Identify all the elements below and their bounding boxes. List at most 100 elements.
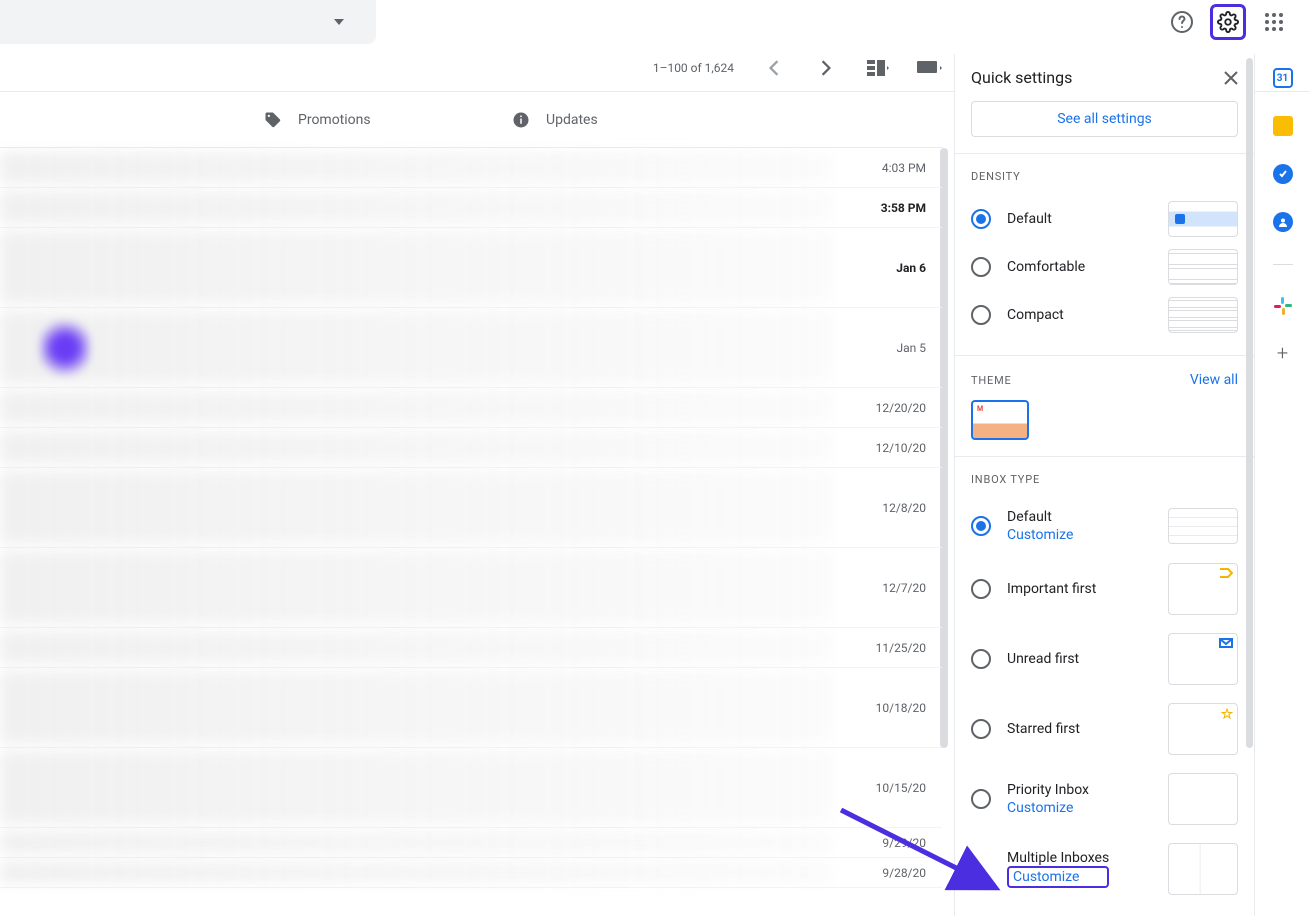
inbox-multiple-customize-text: Customize bbox=[1013, 869, 1079, 885]
message-row[interactable]: Jan 6 bbox=[0, 228, 942, 308]
message-time: 9/29/20 bbox=[882, 836, 926, 850]
message-row[interactable]: 3:58 PM bbox=[0, 188, 942, 228]
message-row[interactable]: 12/20/20 bbox=[0, 388, 942, 428]
help-icon[interactable] bbox=[1162, 2, 1202, 42]
message-row[interactable]: 12/7/20 bbox=[0, 548, 942, 628]
quick-settings-panel: Quick settings See all settings Density … bbox=[954, 54, 1254, 916]
caret-down-icon[interactable] bbox=[334, 19, 344, 25]
side-panel: 31 + bbox=[1254, 54, 1310, 916]
message-row[interactable]: 11/25/20 bbox=[0, 628, 942, 668]
calendar-icon[interactable]: 31 bbox=[1273, 68, 1293, 88]
message-time: 12/8/20 bbox=[882, 501, 926, 515]
older-button[interactable] bbox=[806, 48, 846, 88]
inbox-starred[interactable]: Starred first bbox=[971, 694, 1238, 764]
theme-title: Theme View all bbox=[971, 372, 1238, 388]
inbox-multiple-label: Multiple Inboxes bbox=[1007, 850, 1109, 866]
message-content-blurred bbox=[0, 672, 832, 743]
message-content-blurred bbox=[0, 862, 832, 883]
message-time: 3:58 PM bbox=[881, 201, 926, 215]
input-tools-icon[interactable] bbox=[910, 48, 950, 88]
density-comfortable-label: Comfortable bbox=[1007, 259, 1085, 275]
message-row[interactable]: 12/10/20 bbox=[0, 428, 942, 468]
inbox-type-section: Inbox type Default Customize Important f… bbox=[955, 456, 1254, 916]
radio-inbox-unread[interactable] bbox=[971, 649, 991, 669]
inbox-important-preview bbox=[1168, 563, 1238, 615]
inbox-priority[interactable]: Priority Inbox Customize bbox=[971, 764, 1238, 834]
tab-label: Promotions bbox=[298, 112, 371, 128]
newer-button[interactable] bbox=[754, 48, 794, 88]
pager-text: 1–100 of 1,624 bbox=[645, 61, 742, 75]
qs-scrollbar[interactable] bbox=[1246, 58, 1253, 748]
add-icon[interactable]: + bbox=[1273, 343, 1293, 363]
inbox-starred-label: Starred first bbox=[1007, 721, 1080, 737]
info-icon bbox=[512, 111, 530, 129]
qs-header: Quick settings bbox=[955, 54, 1254, 101]
message-content-blurred bbox=[0, 632, 832, 663]
inbox-important-label: Important first bbox=[1007, 581, 1096, 597]
radio-density-compact[interactable] bbox=[971, 305, 991, 325]
message-content-blurred bbox=[0, 472, 832, 543]
inbox-default-customize[interactable]: Customize bbox=[1007, 527, 1073, 543]
theme-title-text: Theme bbox=[971, 374, 1012, 387]
density-compact[interactable]: Compact bbox=[971, 291, 1238, 339]
inbox-important[interactable]: Important first bbox=[971, 554, 1238, 624]
inbox-default-preview bbox=[1168, 508, 1238, 544]
inbox-unread-preview bbox=[1168, 633, 1238, 685]
density-title: Density bbox=[971, 170, 1238, 183]
radio-inbox-important[interactable] bbox=[971, 579, 991, 599]
avatar-blurred bbox=[40, 318, 90, 378]
inbox-starred-preview bbox=[1168, 703, 1238, 755]
density-default[interactable]: Default bbox=[971, 195, 1238, 243]
radio-inbox-starred[interactable] bbox=[971, 719, 991, 739]
contacts-icon[interactable] bbox=[1273, 212, 1293, 232]
radio-density-default[interactable] bbox=[971, 209, 991, 229]
close-icon[interactable] bbox=[1224, 71, 1238, 85]
theme-section: Theme View all bbox=[955, 355, 1254, 456]
theme-view-all[interactable]: View all bbox=[1190, 372, 1238, 388]
message-content-blurred bbox=[0, 392, 832, 423]
radio-inbox-priority[interactable] bbox=[971, 789, 991, 809]
density-comfortable[interactable]: Comfortable bbox=[971, 243, 1238, 291]
message-row[interactable]: Jan 5 bbox=[0, 308, 942, 388]
message-content-blurred bbox=[0, 432, 832, 463]
settings-gear-icon[interactable] bbox=[1210, 4, 1246, 40]
qs-title: Quick settings bbox=[971, 68, 1072, 87]
message-time: 12/10/20 bbox=[876, 441, 926, 455]
message-row[interactable]: 9/28/20 bbox=[0, 858, 942, 888]
top-icons bbox=[1162, 2, 1294, 42]
slack-icon[interactable] bbox=[1274, 297, 1292, 315]
inbox-multiple-customize[interactable]: Customize bbox=[1007, 866, 1109, 888]
message-row[interactable]: 9/29/20 bbox=[0, 828, 942, 858]
message-content-blurred bbox=[0, 552, 832, 623]
message-time: 11/25/20 bbox=[876, 641, 926, 655]
message-time: 10/15/20 bbox=[876, 781, 926, 795]
tag-icon bbox=[264, 111, 282, 129]
inbox-default[interactable]: Default Customize bbox=[971, 498, 1238, 554]
keep-icon[interactable] bbox=[1273, 116, 1293, 136]
apps-grid-icon[interactable] bbox=[1254, 2, 1294, 42]
message-row[interactable]: 12/8/20 bbox=[0, 468, 942, 548]
see-all-label: See all settings bbox=[1057, 111, 1152, 127]
see-all-settings-button[interactable]: See all settings bbox=[971, 101, 1238, 137]
density-default-label: Default bbox=[1007, 211, 1052, 227]
message-content-blurred bbox=[0, 152, 832, 183]
radio-inbox-default[interactable] bbox=[971, 516, 991, 536]
inbox-priority-customize[interactable]: Customize bbox=[1007, 800, 1089, 816]
theme-thumbnail[interactable] bbox=[971, 400, 1029, 440]
message-content-blurred bbox=[0, 192, 832, 223]
split-pane-icon[interactable] bbox=[858, 48, 898, 88]
search-box[interactable] bbox=[0, 0, 376, 44]
message-list: 4:03 PM 3:58 PM Jan 6Jan 512/20/20 12/10/20… bbox=[0, 148, 942, 888]
tasks-icon[interactable] bbox=[1273, 164, 1293, 184]
message-time: 9/28/20 bbox=[882, 866, 926, 880]
message-row[interactable]: 4:03 PM bbox=[0, 148, 942, 188]
inbox-multiple[interactable]: Multiple Inboxes Customize bbox=[971, 834, 1238, 904]
message-row[interactable]: 10/18/20 bbox=[0, 668, 942, 748]
inbox-unread[interactable]: Unread first bbox=[971, 624, 1238, 694]
tab-updates[interactable]: Updates bbox=[496, 111, 744, 129]
message-row[interactable]: 10/15/20 bbox=[0, 748, 942, 828]
message-content-blurred bbox=[0, 752, 832, 823]
tab-promotions[interactable]: Promotions bbox=[248, 111, 496, 129]
radio-density-comfortable[interactable] bbox=[971, 257, 991, 277]
message-time: 12/7/20 bbox=[882, 581, 926, 595]
